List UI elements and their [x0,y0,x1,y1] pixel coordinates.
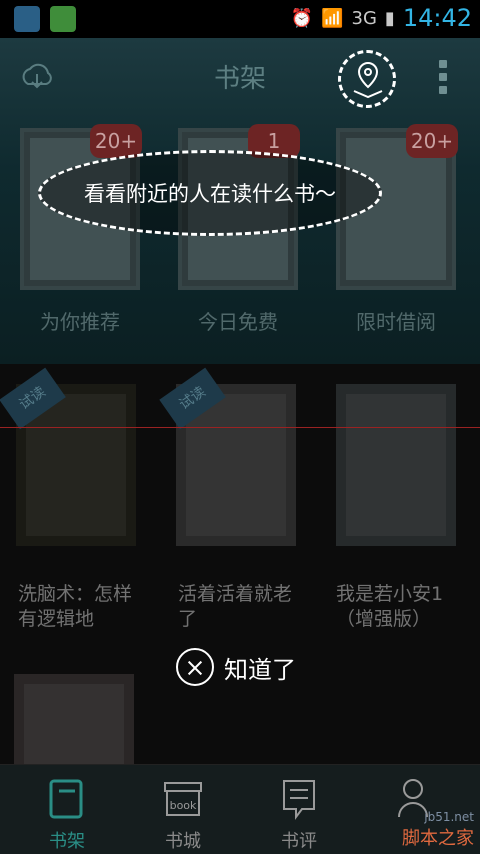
book-list: 试读 洗脑术：怎样有逻辑地 试读 活着活着就老了 我是若小安1（增强版） [0,364,480,764]
book-cover[interactable] [14,674,134,764]
network-type: 3G [351,7,377,29]
nav-label: 书评 [281,831,317,852]
close-icon [176,648,214,686]
book-cover[interactable]: 试读 [159,367,296,546]
nav-label: 书架 [49,831,85,852]
count-badge: 20+ [90,124,142,158]
page-title: 书架 [213,64,266,94]
book-cover[interactable] [336,384,456,546]
nearby-readers-button[interactable] [338,50,396,108]
book-title[interactable]: 洗脑术：怎样有逻辑地 [18,582,144,632]
nav-tab-reviews[interactable]: 书评 [244,771,354,854]
tooltip-bubble: 看看附近的人在读什么书～ [38,150,382,236]
divider-line [0,427,480,428]
dismiss-label: 知道了 [224,655,296,684]
shelf-caption: 今日免费 [198,310,278,334]
bookstore-icon: book [164,782,202,816]
status-bar: ⏰ 📶 3G ▮ 14:42 [0,0,480,38]
shelf-caption: 限时借阅 [356,310,436,334]
nav-tab-bookshelf[interactable]: 书架 [12,771,122,854]
nav-tab-bookstore[interactable]: book 书城 [128,771,238,854]
book-title[interactable]: 活着活着就老了 [178,582,304,632]
tooltip-text: 看看附近的人在读什么书～ [84,182,336,206]
bookshelf-icon [49,779,83,819]
more-menu-icon[interactable] [438,60,448,94]
review-icon [283,780,315,820]
qq-notification-icon [14,6,40,32]
alarm-icon: ⏰ [290,7,314,29]
book-title[interactable]: 我是若小安1（增强版） [336,582,462,632]
app-notification-icon [50,6,76,32]
count-badge: 20+ [406,124,458,158]
battery-icon: ▮ [384,7,395,29]
dismiss-button[interactable]: 知道了 [176,648,296,686]
wifi-icon: 📶 [321,7,344,29]
watermark: jb51.net 脚本之家 [402,810,474,849]
shelf-caption: 为你推荐 [40,310,120,334]
shelf-panel: 书架 20+ 为你推荐 1 今日免费 20+ 限时借阅 看看附近的人在读什么书～ [0,38,480,364]
clock: 14:42 [402,4,472,32]
nav-label: 书城 [165,831,201,852]
app-header: 书架 [0,38,480,114]
svg-text:book: book [170,799,197,812]
location-book-icon [353,61,383,99]
book-cover[interactable]: 试读 [0,367,136,546]
